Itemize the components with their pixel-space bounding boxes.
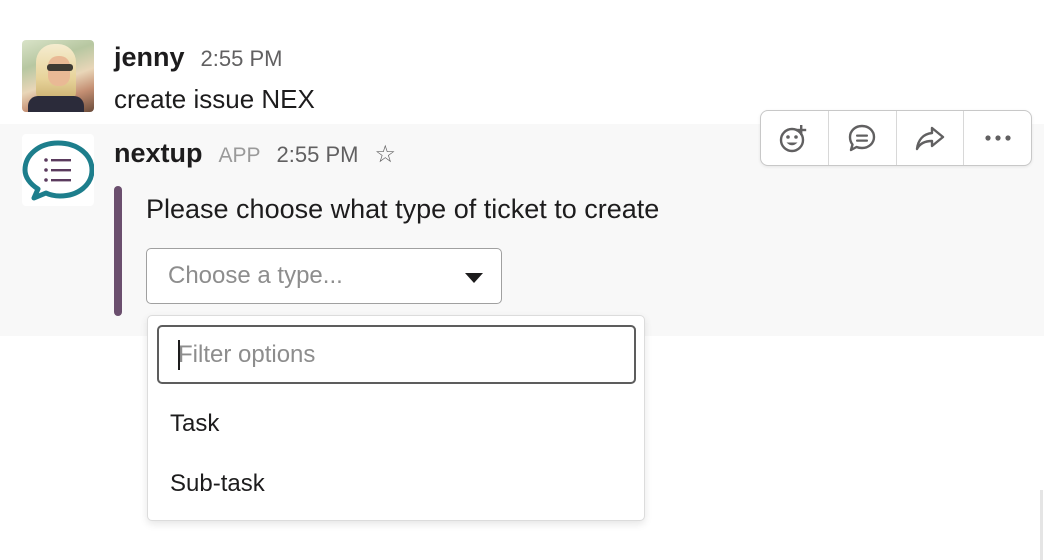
- message-header: jenny 2:55 PM: [114, 42, 298, 73]
- author-name[interactable]: jenny: [114, 42, 185, 73]
- message-timestamp[interactable]: 2:55 PM: [201, 46, 283, 72]
- more-actions-icon: [985, 135, 1011, 141]
- attachment-text: Please choose what type of ticket to cre…: [146, 194, 660, 224]
- user-avatar[interactable]: [22, 40, 94, 112]
- scrollbar-edge: [1040, 490, 1043, 560]
- share-message-icon: [915, 126, 945, 151]
- text-cursor: [178, 340, 180, 370]
- message-actions-toolbar: [760, 110, 1032, 166]
- add-reaction-button[interactable]: [761, 111, 829, 165]
- caret-down-icon: [465, 273, 483, 283]
- add-reaction-icon: [780, 125, 807, 153]
- share-message-button[interactable]: [897, 111, 965, 165]
- app-avatar[interactable]: [22, 134, 94, 206]
- more-actions-button[interactable]: [964, 111, 1031, 165]
- author-name[interactable]: nextup: [114, 138, 203, 169]
- slack-message-view: jenny 2:55 PM create issue NEX nextup AP…: [0, 0, 1044, 560]
- attachment-color-bar: [114, 186, 122, 316]
- select-placeholder: Choose a type...: [168, 262, 343, 289]
- message-timestamp[interactable]: 2:55 PM: [277, 142, 359, 168]
- option-sub-task[interactable]: Sub-task: [148, 456, 643, 512]
- message-text: create issue NEX: [114, 84, 315, 114]
- filter-options-input[interactable]: [157, 325, 636, 384]
- app-badge: APP: [218, 144, 261, 167]
- ticket-type-dropdown: Task Sub-task: [147, 315, 645, 521]
- ticket-type-select[interactable]: Choose a type...: [146, 248, 502, 304]
- start-thread-button[interactable]: [829, 111, 897, 165]
- message-header: nextup APP 2:55 PM ☆: [114, 138, 396, 169]
- nextup-logo-icon: [22, 140, 94, 201]
- option-task[interactable]: Task: [148, 396, 643, 452]
- star-icon[interactable]: ☆: [374, 143, 396, 167]
- start-thread-icon: [848, 124, 876, 152]
